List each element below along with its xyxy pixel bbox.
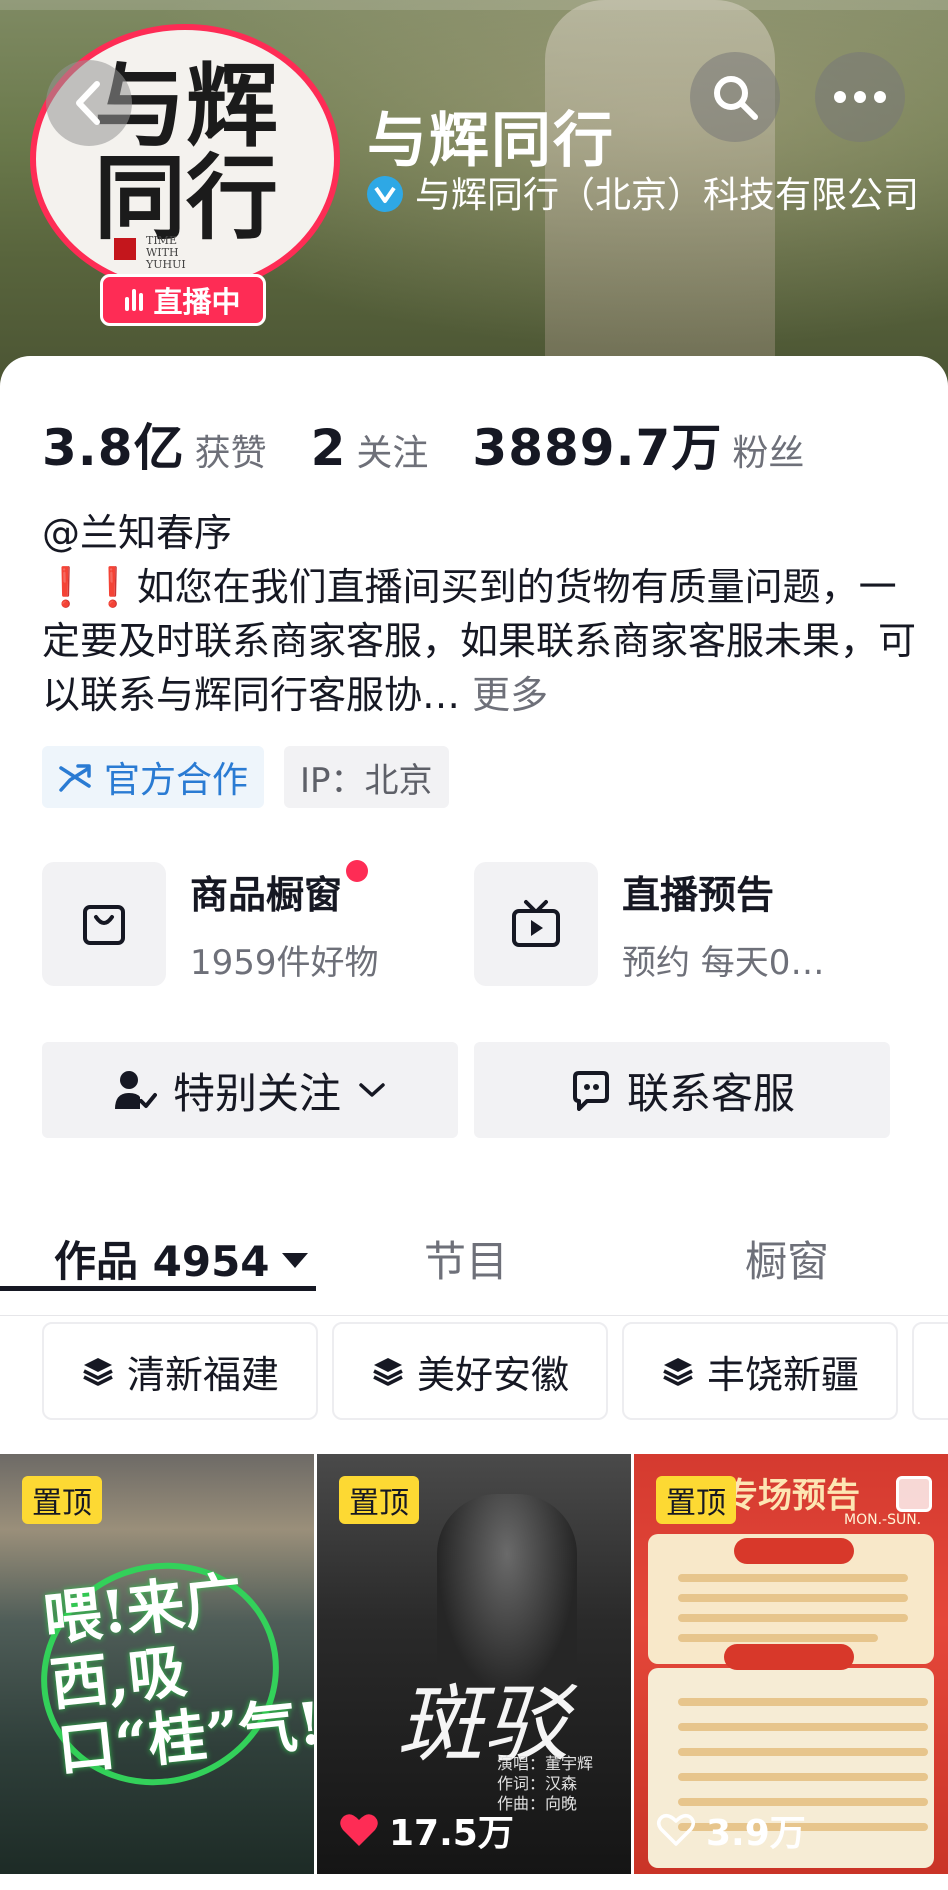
followers-count[interactable]: 3889.7万	[472, 408, 722, 480]
ip-location-tag: IP：北京	[284, 746, 449, 808]
verification-line[interactable]: 与辉同行（北京）科技有限公司	[367, 170, 927, 222]
avatar-english-text: TIME WITH YUHUI	[146, 234, 186, 272]
live-badge[interactable]: 直播中	[100, 274, 266, 326]
pinned-badge: 置顶	[339, 1476, 419, 1524]
search-icon	[714, 76, 758, 120]
collection-label: 丰饶新疆	[706, 1352, 859, 1397]
shop-bag-icon	[42, 862, 166, 986]
avatar-seal-icon	[114, 238, 136, 260]
live-preview-subtitle: 预约 每天0…	[622, 943, 825, 983]
shop-window-entry[interactable]: 商品橱窗 1959件好物	[42, 860, 379, 986]
more-dots-icon	[834, 91, 886, 103]
layers-icon	[83, 1358, 113, 1386]
collection-chip[interactable]: 清新福建	[42, 1322, 318, 1420]
layers-icon	[663, 1358, 693, 1386]
bio-handle[interactable]: @兰知春序	[42, 506, 922, 560]
like-count: 3.9万	[656, 1804, 806, 1856]
cover-ribbon	[734, 1538, 854, 1564]
contact-service-label: 联系客服	[626, 1068, 795, 1118]
shop-window-subtitle: 1959件好物	[190, 943, 379, 983]
back-button[interactable]	[46, 60, 132, 146]
bio-more-link[interactable]: 更多	[472, 673, 548, 717]
collection-label: 清新福建	[126, 1352, 279, 1397]
chevron-left-icon	[76, 81, 100, 125]
official-handshake-icon	[59, 764, 91, 792]
tab-showcase[interactable]: 橱窗	[745, 1228, 829, 1289]
collection-chip[interactable]: 美好安徽	[332, 1322, 608, 1420]
collection-chip-partial[interactable]	[912, 1322, 948, 1420]
bio[interactable]: @兰知春序 ❗❗如您在我们直播间买到的货物有质量问题，一定要及时联系商家客服，如…	[42, 506, 922, 722]
chat-bubble-icon	[572, 1071, 609, 1111]
collection-label: 美好安徽	[416, 1352, 569, 1397]
verified-icon	[367, 176, 403, 212]
profile-name: 与辉同行	[367, 106, 615, 176]
bio-text-block: ❗❗如您在我们直播间买到的货物有质量问题，一定要及时联系商家客服，如果联系商家客…	[42, 560, 922, 722]
verification-text: 与辉同行（北京）科技有限公司	[415, 175, 920, 216]
following-count[interactable]: 2	[311, 419, 347, 477]
like-count: 17.5万	[339, 1804, 514, 1856]
layers-icon	[373, 1358, 403, 1386]
pinned-badge: 置顶	[22, 1476, 102, 1524]
special-follow-button[interactable]: 特别关注	[42, 1042, 458, 1138]
cover-ribbon	[724, 1644, 854, 1670]
caret-down-icon	[281, 1253, 308, 1268]
status-bar	[0, 0, 948, 10]
tab-programs[interactable]: 节目	[424, 1228, 508, 1289]
live-badge-label: 直播中	[153, 285, 241, 319]
video-grid: 喂!来广西,吸口“桂”气! 置顶 斑驳 演唱：董宇辉 作词：汉森 作曲：向晚 置…	[0, 1454, 948, 1890]
video-thumbnail[interactable]: 专场预告 MON.-SUN. 置顶 3.9万	[634, 1454, 948, 1874]
heart-filled-icon	[340, 1814, 378, 1846]
contact-service-button[interactable]: 联系客服	[474, 1042, 890, 1138]
live-preview-title: 直播预告	[622, 873, 775, 917]
special-follow-label: 特别关注	[172, 1068, 341, 1118]
stats-row: 3.8亿 获赞 2 关注 3889.7万 粉丝	[42, 408, 848, 480]
collections-row: 清新福建 美好安徽 丰饶新疆	[42, 1322, 948, 1422]
video-thumbnail[interactable]: 喂!来广西,吸口“桂”气! 置顶	[0, 1454, 314, 1874]
tab-works[interactable]: 作品 4954	[54, 1228, 308, 1289]
cover-heading: 专场预告	[724, 1476, 860, 1516]
following-label[interactable]: 关注	[356, 424, 428, 476]
tv-play-icon	[474, 862, 598, 986]
more-button[interactable]	[815, 52, 905, 142]
select-checkbox[interactable]	[896, 1476, 932, 1512]
notification-dot	[346, 860, 369, 882]
profile-banner: 与辉 同行 TIME WITH YUHUI 直播中 与辉同行 与辉同行（北京）科…	[0, 0, 948, 390]
ip-location-label: IP：北京	[300, 760, 433, 801]
video-thumbnail[interactable]: 斑驳 演唱：董宇辉 作词：汉森 作曲：向晚 置顶 17.5万	[317, 1454, 631, 1874]
followers-label[interactable]: 粉丝	[732, 424, 804, 476]
exclamation-icon: ❗❗	[42, 565, 137, 609]
shop-window-title: 商品橱窗	[190, 860, 369, 919]
active-tab-indicator	[0, 1286, 316, 1291]
cover-text: 喂!来广西,吸口“桂”气!	[40, 1564, 314, 1785]
live-preview-entry[interactable]: 直播预告 预约 每天0…	[474, 862, 824, 986]
official-partner-label: 官方合作	[104, 760, 249, 801]
chevron-down-icon	[359, 1083, 385, 1097]
likes-count[interactable]: 3.8亿	[42, 408, 185, 480]
likes-label[interactable]: 获赞	[195, 424, 267, 476]
search-button[interactable]	[690, 52, 780, 142]
live-bars-icon	[125, 289, 144, 311]
content-tabs: 作品 4954 节目 橱窗	[0, 1206, 948, 1316]
official-partner-tag[interactable]: 官方合作	[42, 746, 265, 808]
heart-outline-icon	[657, 1813, 695, 1846]
collection-chip[interactable]: 丰饶新疆	[622, 1322, 898, 1420]
cover-subheading: MON.-SUN.	[844, 1512, 922, 1528]
profile-card: 3.8亿 获赞 2 关注 3889.7万 粉丝 @兰知春序 ❗❗如您在我们直播间…	[0, 356, 948, 1890]
pinned-badge: 置顶	[656, 1476, 736, 1524]
user-check-icon	[114, 1071, 157, 1109]
